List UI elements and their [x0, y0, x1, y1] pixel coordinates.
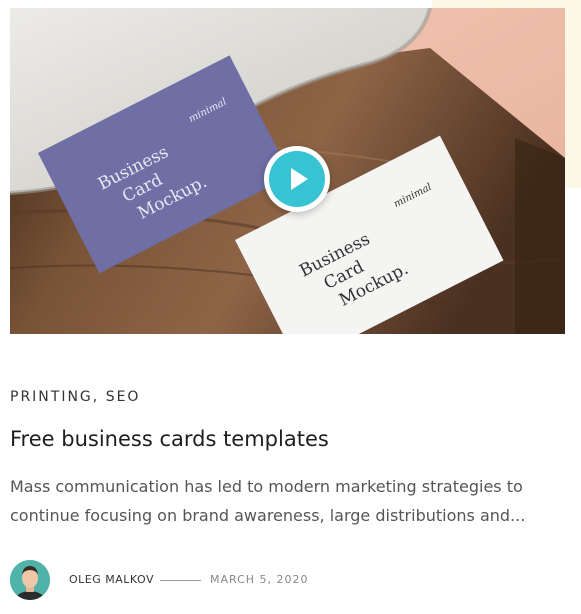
author-avatar[interactable] [10, 560, 50, 600]
play-icon [269, 151, 325, 207]
author-name[interactable]: OLEG MALKOV [69, 573, 154, 586]
category-separator: , [92, 389, 106, 405]
meta-divider [160, 580, 201, 581]
category-link-seo[interactable]: SEO [106, 389, 141, 405]
post-meta: OLEG MALKOV MARCH 5, 2020 [10, 560, 550, 600]
post-excerpt: Mass communication has led to modern mar… [10, 477, 526, 525]
post-featured-media[interactable]: Business Card Mockup. minimal Business C… [10, 8, 565, 334]
post-date: MARCH 5, 2020 [210, 573, 309, 586]
category-link-printing[interactable]: PRINTING [10, 389, 93, 405]
play-video-button[interactable] [264, 146, 330, 212]
post-categories: PRINTING, SEO [10, 389, 140, 405]
post-title[interactable]: Free business cards templates [10, 427, 329, 451]
author-photo [10, 560, 50, 600]
